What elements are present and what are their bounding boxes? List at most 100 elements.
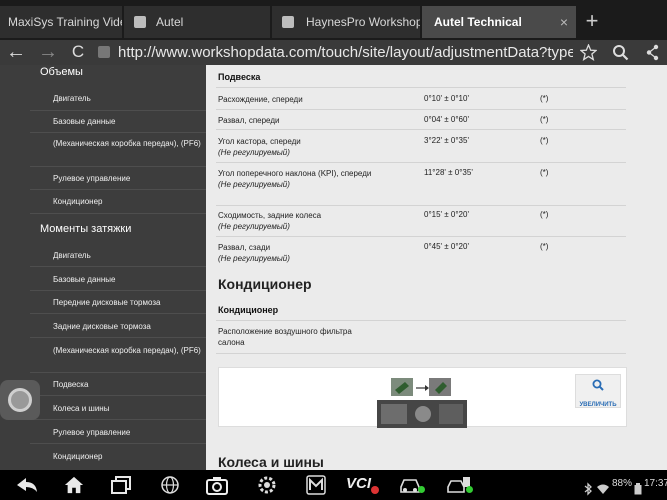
row-value: 11°28' ± 0°35' — [424, 168, 473, 177]
row-label: Угол поперечного наклона (KPI), спереди … — [218, 169, 372, 189]
reload-button[interactable]: C — [64, 40, 92, 65]
autel-favicon-icon — [134, 16, 146, 28]
sidebar-item-steering[interactable]: Рулевое управление — [53, 427, 203, 438]
main-content: Подвеска Расхождение, спереди 0°10' ± 0°… — [206, 65, 639, 470]
sidebar-item-basic-data[interactable]: Базовые данные — [53, 116, 203, 127]
back-nav-icon[interactable] — [14, 475, 40, 495]
ac-section-title: Кондиционер — [218, 276, 312, 292]
address-input[interactable]: http://www.workshopdata.com/touch/site/l… — [118, 40, 573, 65]
filter-location-figure[interactable]: УВЕЛИЧИТЬ — [218, 367, 627, 428]
sidebar-item-engine[interactable]: Двигатель — [53, 250, 203, 261]
row-divider — [216, 129, 626, 130]
home-icon[interactable] — [62, 475, 86, 495]
sidebar-divider — [30, 395, 206, 396]
tab-title: Autel Technical — [434, 15, 522, 29]
sidebar-divider — [30, 313, 206, 314]
settings-gear-icon[interactable] — [256, 475, 278, 495]
row-value: 0°45' ± 0°20' — [424, 242, 469, 251]
tab-maxisys-training[interactable]: MaxiSys Training Vide... — [0, 6, 122, 38]
assistive-touch-icon — [8, 388, 32, 412]
row-label: Расхождение, спереди — [218, 95, 303, 104]
assistive-touch-button[interactable] — [0, 380, 40, 420]
tab-haynespro[interactable]: HaynesPro Workshop... — [272, 6, 420, 38]
sidebar-item-steering[interactable]: Рулевое управление — [53, 173, 203, 184]
sidebar-item-manual-gearbox[interactable]: (Механическая коробка передач), (PF6) — [53, 138, 203, 149]
wifi-icon — [597, 484, 609, 494]
row-divider — [216, 162, 626, 163]
sidebar-item-suspension[interactable]: Подвеска — [53, 379, 203, 390]
sidebar-item-front-brakes[interactable]: Передние дисковые тормоза — [53, 297, 203, 308]
sidebar-divider — [30, 419, 206, 420]
remote-status-icon — [466, 486, 473, 493]
recent-apps-icon[interactable] — [110, 475, 132, 495]
bookmark-star-icon[interactable] — [580, 44, 597, 61]
sidebar-divider — [30, 166, 206, 167]
enlarge-button[interactable]: УВЕЛИЧИТЬ — [575, 374, 621, 408]
vehicle-status-icon — [418, 486, 425, 493]
search-icon[interactable] — [612, 44, 629, 61]
sidebar-item-rear-brakes[interactable]: Задние дисковые тормоза — [53, 321, 203, 332]
row-mark: (*) — [540, 210, 549, 219]
new-tab-button[interactable]: + — [580, 6, 604, 38]
row-mark: (*) — [540, 242, 549, 251]
sidebar-divider — [30, 110, 206, 111]
ac-subheader: Кондиционер — [218, 305, 279, 315]
sidebar-section-torque[interactable]: Моменты затяжки — [40, 223, 131, 235]
row-divider — [216, 320, 626, 321]
sidebar-divider — [30, 372, 206, 373]
row-divider — [216, 236, 626, 237]
row-mark: (*) — [540, 94, 549, 103]
battery-percent: 88% — [612, 478, 633, 489]
suspension-header: Подвеска — [218, 72, 261, 82]
magnifier-icon — [592, 379, 604, 391]
close-tab-icon[interactable]: × — [560, 6, 568, 38]
row-label: Развал, сзади (Не регулируемый) — [218, 243, 290, 263]
sidebar-divider — [30, 189, 206, 190]
sidebar-item-engine[interactable]: Двигатель — [53, 93, 203, 104]
share-icon[interactable] — [646, 44, 660, 61]
sidebar-item-manual-gearbox[interactable]: (Механическая коробка передач), (PF6) — [53, 345, 203, 356]
page-favicon-icon — [282, 16, 294, 28]
tab-title: HaynesPro Workshop... — [306, 15, 420, 29]
forward-button[interactable]: → — [34, 40, 62, 65]
tab-autel-technical[interactable]: Autel Technical × — [422, 6, 576, 38]
sidebar-section-volumes[interactable]: Объемы — [40, 66, 83, 78]
row-divider — [216, 87, 626, 88]
enlarge-label: УВЕЛИЧИТЬ — [579, 402, 617, 408]
sidebar-item-basic-data[interactable]: Базовые данные — [53, 274, 203, 285]
row-divider — [216, 109, 626, 110]
sidebar-divider — [30, 337, 206, 338]
sidebar-item-ac[interactable]: Кондиционер — [53, 196, 203, 207]
back-button[interactable]: ← — [2, 40, 30, 65]
row-divider — [216, 205, 626, 206]
tab-title: Autel — [156, 15, 184, 29]
sidebar-divider — [30, 213, 206, 214]
bluetooth-icon — [584, 482, 592, 496]
sidebar-item-wheels-tires[interactable]: Колеса и шины — [53, 403, 203, 414]
browser-tab-bar: MaxiSys Training Vide... Autel HaynesPro… — [0, 0, 667, 40]
site-favicon-icon — [98, 46, 110, 58]
row-value: 0°15' ± 0°20' — [424, 210, 469, 219]
browser-globe-icon[interactable] — [160, 475, 180, 495]
sidebar-divider — [30, 266, 206, 267]
sidebar-divider — [30, 290, 206, 291]
row-label: Угол кастора, спереди (Не регулируемый) — [218, 137, 301, 157]
vci-label[interactable]: VCI — [346, 475, 371, 492]
row-value: 0°10' ± 0°10' — [424, 94, 469, 103]
camera-icon[interactable] — [206, 475, 228, 495]
row-value: 0°04' ± 0°60' — [424, 115, 469, 124]
content-margin — [639, 65, 667, 470]
maxisys-m-icon[interactable] — [306, 475, 326, 495]
url-bar: ← → C http://www.workshopdata.com/touch/… — [0, 40, 667, 65]
row-label: Развал, спереди — [218, 116, 280, 125]
tab-title: MaxiSys Training Vide... — [8, 15, 122, 29]
row-mark: (*) — [540, 115, 549, 124]
sidebar-item-ac[interactable]: Кондиционер — [53, 451, 203, 462]
tab-autel[interactable]: Autel — [124, 6, 270, 38]
vci-status-icon — [371, 486, 379, 494]
wheels-section-title: Колеса и шины — [218, 454, 324, 470]
row-mark: (*) — [540, 136, 549, 145]
row-label: Сходимость, задние колеса (Не регулируем… — [218, 211, 322, 231]
sidebar-divider — [30, 443, 206, 444]
row-value: 3°22' ± 0°35' — [424, 136, 469, 145]
